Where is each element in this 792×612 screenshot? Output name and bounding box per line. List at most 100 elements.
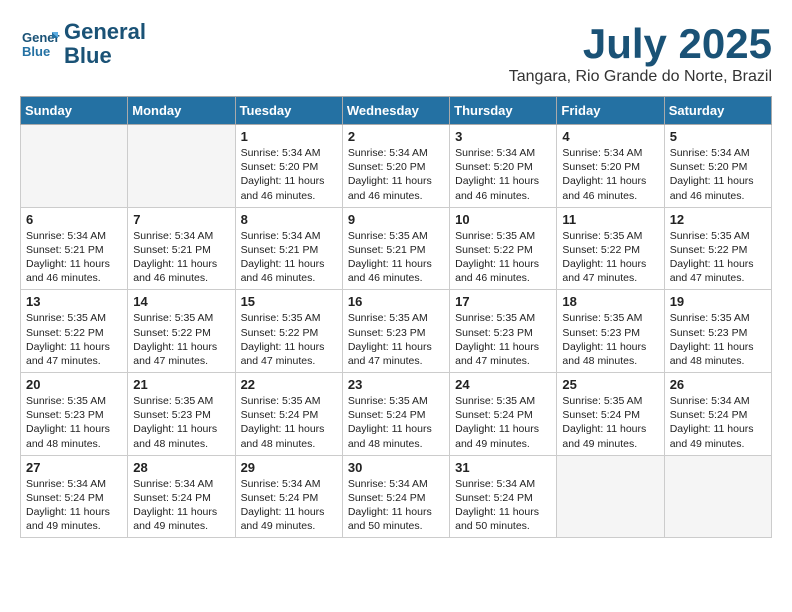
day-number: 7 [133,212,229,227]
day-info: Sunrise: 5:35 AM Sunset: 5:22 PM Dayligh… [241,311,337,368]
day-number: 9 [348,212,444,227]
day-info: Sunrise: 5:35 AM Sunset: 5:23 PM Dayligh… [455,311,551,368]
logo-icon: General Blue [20,24,60,64]
calendar-cell: 20 Sunrise: 5:35 AM Sunset: 5:23 PM Dayli… [21,373,128,456]
day-number: 15 [241,294,337,309]
day-number: 24 [455,377,551,392]
day-number: 14 [133,294,229,309]
calendar-cell: 22 Sunrise: 5:35 AM Sunset: 5:24 PM Dayli… [235,373,342,456]
calendar-day-header: Tuesday [235,97,342,125]
calendar-cell: 15 Sunrise: 5:35 AM Sunset: 5:22 PM Dayli… [235,290,342,373]
logo: General Blue General Blue [20,20,146,68]
day-info: Sunrise: 5:34 AM Sunset: 5:24 PM Dayligh… [241,477,337,534]
calendar-cell: 14 Sunrise: 5:35 AM Sunset: 5:22 PM Dayli… [128,290,235,373]
day-number: 17 [455,294,551,309]
month-title: July 2025 [509,20,772,68]
day-info: Sunrise: 5:34 AM Sunset: 5:24 PM Dayligh… [26,477,122,534]
day-info: Sunrise: 5:34 AM Sunset: 5:20 PM Dayligh… [455,146,551,203]
day-number: 11 [562,212,658,227]
day-info: Sunrise: 5:35 AM Sunset: 5:23 PM Dayligh… [670,311,766,368]
calendar-cell: 17 Sunrise: 5:35 AM Sunset: 5:23 PM Dayli… [450,290,557,373]
day-info: Sunrise: 5:35 AM Sunset: 5:24 PM Dayligh… [241,394,337,451]
day-info: Sunrise: 5:35 AM Sunset: 5:22 PM Dayligh… [455,229,551,286]
day-info: Sunrise: 5:35 AM Sunset: 5:24 PM Dayligh… [348,394,444,451]
day-info: Sunrise: 5:34 AM Sunset: 5:21 PM Dayligh… [26,229,122,286]
day-info: Sunrise: 5:35 AM Sunset: 5:21 PM Dayligh… [348,229,444,286]
day-number: 27 [26,460,122,475]
day-number: 20 [26,377,122,392]
svg-text:Blue: Blue [22,44,50,59]
day-number: 1 [241,129,337,144]
calendar-cell: 12 Sunrise: 5:35 AM Sunset: 5:22 PM Dayli… [664,207,771,290]
day-number: 8 [241,212,337,227]
day-info: Sunrise: 5:34 AM Sunset: 5:20 PM Dayligh… [670,146,766,203]
day-info: Sunrise: 5:35 AM Sunset: 5:22 PM Dayligh… [562,229,658,286]
day-info: Sunrise: 5:34 AM Sunset: 5:21 PM Dayligh… [241,229,337,286]
day-number: 29 [241,460,337,475]
calendar-cell: 4 Sunrise: 5:34 AM Sunset: 5:20 PM Daylig… [557,125,664,208]
calendar-cell: 19 Sunrise: 5:35 AM Sunset: 5:23 PM Dayli… [664,290,771,373]
calendar-week-row: 13 Sunrise: 5:35 AM Sunset: 5:22 PM Dayli… [21,290,772,373]
calendar-day-header: Saturday [664,97,771,125]
calendar-cell: 24Sunrise: 5:35 AM Sunset: 5:24 PM Dayli… [450,373,557,456]
calendar-cell: 31Sunrise: 5:34 AM Sunset: 5:24 PM Dayli… [450,455,557,538]
day-info: Sunrise: 5:34 AM Sunset: 5:24 PM Dayligh… [348,477,444,534]
location: Tangara, Rio Grande do Norte, Brazil [509,68,772,86]
calendar-cell: 5 Sunrise: 5:34 AM Sunset: 5:20 PM Daylig… [664,125,771,208]
day-info: Sunrise: 5:35 AM Sunset: 5:22 PM Dayligh… [670,229,766,286]
day-info: Sunrise: 5:34 AM Sunset: 5:24 PM Dayligh… [670,394,766,451]
calendar-cell: 2Sunrise: 5:34 AM Sunset: 5:20 PM Daylig… [342,125,449,208]
calendar-cell: 10Sunrise: 5:35 AM Sunset: 5:22 PM Dayli… [450,207,557,290]
calendar-cell: 25 Sunrise: 5:35 AM Sunset: 5:24 PM Dayli… [557,373,664,456]
day-number: 5 [670,129,766,144]
calendar-week-row: 20 Sunrise: 5:35 AM Sunset: 5:23 PM Dayli… [21,373,772,456]
day-number: 18 [562,294,658,309]
day-info: Sunrise: 5:35 AM Sunset: 5:23 PM Dayligh… [26,394,122,451]
day-info: Sunrise: 5:35 AM Sunset: 5:22 PM Dayligh… [26,311,122,368]
calendar-cell: 29 Sunrise: 5:34 AM Sunset: 5:24 PM Dayli… [235,455,342,538]
calendar-day-header: Thursday [450,97,557,125]
calendar-cell: 3 Sunrise: 5:34 AM Sunset: 5:20 PM Daylig… [450,125,557,208]
day-info: Sunrise: 5:34 AM Sunset: 5:24 PM Dayligh… [133,477,229,534]
calendar-header-row: SundayMondayTuesdayWednesdayThursdayFrid… [21,97,772,125]
logo-line1: General [64,20,146,44]
calendar-cell: 30 Sunrise: 5:34 AM Sunset: 5:24 PM Dayli… [342,455,449,538]
day-number: 12 [670,212,766,227]
logo-line2: Blue [64,44,146,68]
day-number: 13 [26,294,122,309]
day-number: 4 [562,129,658,144]
calendar-cell: 26Sunrise: 5:34 AM Sunset: 5:24 PM Dayli… [664,373,771,456]
calendar-cell [557,455,664,538]
calendar-day-header: Sunday [21,97,128,125]
day-info: Sunrise: 5:35 AM Sunset: 5:22 PM Dayligh… [133,311,229,368]
calendar-cell: 13 Sunrise: 5:35 AM Sunset: 5:22 PM Dayli… [21,290,128,373]
calendar-day-header: Friday [557,97,664,125]
calendar-week-row: 27 Sunrise: 5:34 AM Sunset: 5:24 PM Dayli… [21,455,772,538]
calendar-cell: 27 Sunrise: 5:34 AM Sunset: 5:24 PM Dayli… [21,455,128,538]
day-number: 25 [562,377,658,392]
calendar-cell: 23Sunrise: 5:35 AM Sunset: 5:24 PM Dayli… [342,373,449,456]
calendar-cell: 18Sunrise: 5:35 AM Sunset: 5:23 PM Dayli… [557,290,664,373]
calendar-body: 1 Sunrise: 5:34 AM Sunset: 5:20 PM Daylig… [21,125,772,538]
day-info: Sunrise: 5:34 AM Sunset: 5:20 PM Dayligh… [562,146,658,203]
day-number: 2 [348,129,444,144]
day-number: 21 [133,377,229,392]
day-info: Sunrise: 5:34 AM Sunset: 5:21 PM Dayligh… [133,229,229,286]
page-header: General Blue General Blue July 2025 Tang… [20,20,772,86]
day-number: 30 [348,460,444,475]
calendar-week-row: 1 Sunrise: 5:34 AM Sunset: 5:20 PM Daylig… [21,125,772,208]
calendar-cell [128,125,235,208]
day-number: 19 [670,294,766,309]
calendar-cell: 8 Sunrise: 5:34 AM Sunset: 5:21 PM Daylig… [235,207,342,290]
calendar-cell: 6Sunrise: 5:34 AM Sunset: 5:21 PM Daylig… [21,207,128,290]
calendar-cell: 11 Sunrise: 5:35 AM Sunset: 5:22 PM Dayli… [557,207,664,290]
title-block: July 2025 Tangara, Rio Grande do Norte, … [509,20,772,86]
day-number: 22 [241,377,337,392]
day-info: Sunrise: 5:34 AM Sunset: 5:20 PM Dayligh… [241,146,337,203]
calendar-cell: 16Sunrise: 5:35 AM Sunset: 5:23 PM Dayli… [342,290,449,373]
calendar-cell: 7 Sunrise: 5:34 AM Sunset: 5:21 PM Daylig… [128,207,235,290]
calendar-cell: 1 Sunrise: 5:34 AM Sunset: 5:20 PM Daylig… [235,125,342,208]
calendar-cell [664,455,771,538]
day-number: 3 [455,129,551,144]
day-info: Sunrise: 5:35 AM Sunset: 5:24 PM Dayligh… [562,394,658,451]
